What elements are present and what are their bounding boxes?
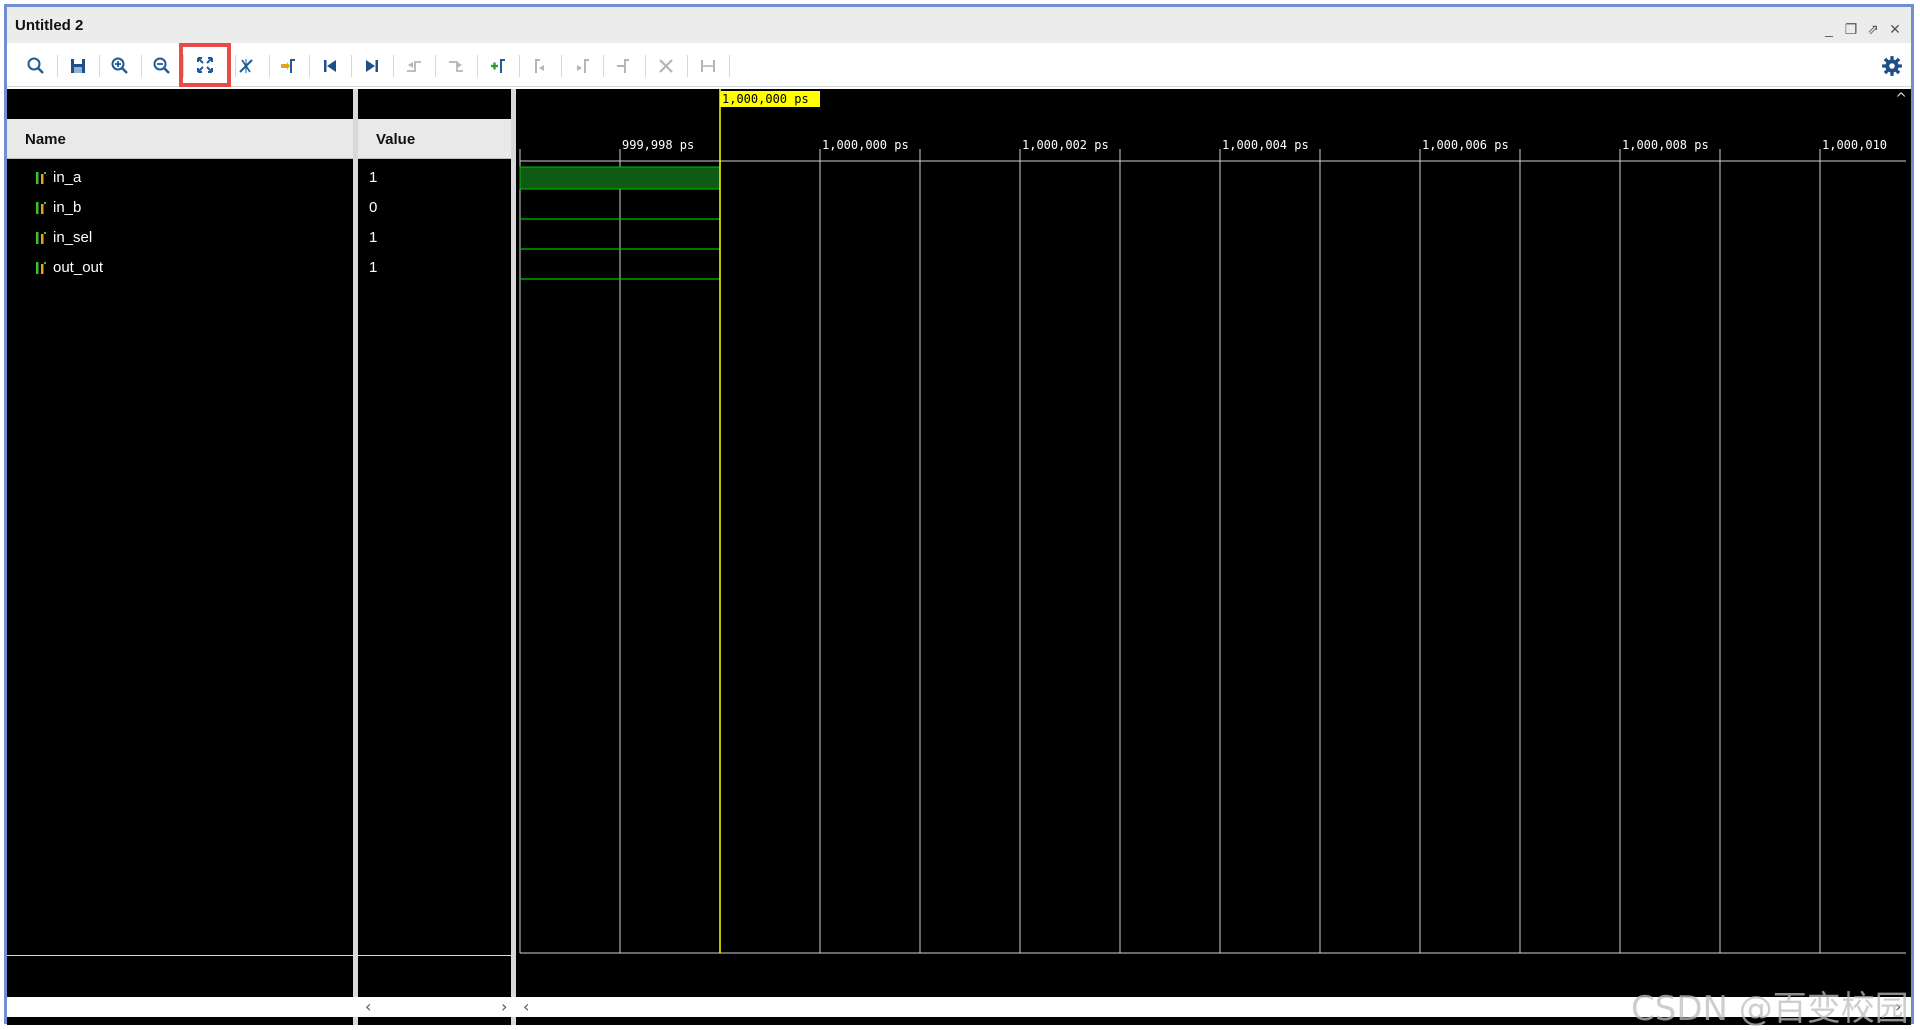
previous-transition-button[interactable] [397, 49, 431, 83]
time-tick-label: 1,000,004 ps [1222, 138, 1309, 152]
cursor-snap-icon [239, 59, 253, 73]
signal-row[interactable]: in_b [7, 193, 353, 223]
signal-name: out_out [53, 259, 104, 276]
scroll-right-icon[interactable]: › [501, 997, 507, 1016]
search-button[interactable] [19, 49, 53, 83]
next-marker-icon [577, 59, 589, 73]
add-marker-button[interactable] [481, 49, 515, 83]
close-icon[interactable]: ✕ [1887, 21, 1903, 37]
time-tick-label: 1,000,006 ps [1422, 138, 1509, 152]
add-marker-icon [491, 59, 505, 73]
signal-name: in_b [53, 199, 82, 216]
delete-marker-button[interactable] [649, 49, 683, 83]
search-icon [27, 57, 44, 74]
name-panel: Name in_a in_b in_sel out_out [7, 89, 353, 1025]
time-tick-label: 999,998 ps [622, 138, 694, 152]
scroll-left-icon[interactable]: ‹ [365, 997, 371, 1016]
signal-bit-icon [36, 172, 46, 184]
signal-value-row[interactable]: 0 [358, 193, 516, 223]
horizontal-scrollbar[interactable]: ‹ › ‹ › [7, 997, 1911, 1017]
signal-value: 1 [369, 169, 378, 186]
zoom-out-button[interactable] [145, 49, 179, 83]
waveform-viewer: Name in_a in_b in_sel out_out Value 1 0 1 1 99… [7, 89, 1911, 1025]
previous-marker-icon [535, 59, 544, 73]
save-button[interactable] [61, 49, 95, 83]
zoom-fit-button[interactable] [179, 43, 231, 87]
zoom-in-icon [111, 57, 128, 74]
signal-value: 1 [369, 259, 378, 276]
next-transition-button[interactable] [439, 49, 473, 83]
go-to-start-icon [324, 60, 336, 72]
toolbar [7, 43, 1911, 87]
window-title: Untitled 2 [15, 17, 84, 34]
signal-value-row[interactable]: 1 [358, 253, 516, 283]
name-column-header[interactable]: Name [7, 119, 353, 159]
watermark: CSDN @百变校园 [1631, 989, 1909, 1029]
signal-value-row[interactable]: 1 [358, 223, 516, 253]
next-marker-button[interactable] [565, 49, 599, 83]
cursor-snap-button[interactable] [229, 49, 263, 83]
waveform-area[interactable]: 999,998 ps 1,000,000 ps 1,000,002 ps 1,000,… [516, 89, 1911, 1025]
wave-scroll-left-icon[interactable]: ‹ [523, 997, 529, 1016]
minimize-icon[interactable]: _ [1821, 21, 1837, 37]
signal-bit-icon [36, 262, 46, 274]
signal-row[interactable]: out_out [7, 253, 353, 283]
go-to-end-icon [366, 60, 378, 72]
zoom-in-button[interactable] [103, 49, 137, 83]
previous-transition-icon [407, 61, 421, 72]
signal-name: in_sel [53, 229, 93, 246]
time-tick-label: 1,000,008 ps [1622, 138, 1709, 152]
maximize-icon[interactable]: ⇗ [1865, 21, 1881, 37]
signal-value-row[interactable]: 1 [358, 163, 516, 193]
next-transition-icon [449, 61, 463, 72]
save-icon [71, 59, 85, 73]
signal-value: 0 [369, 199, 378, 216]
value-panel: Value 1 0 1 1 [358, 89, 516, 1025]
go-to-cursor-button[interactable] [271, 49, 305, 83]
go-to-cursor-icon [281, 59, 295, 73]
signal-value: 1 [369, 229, 378, 246]
restore-icon[interactable]: ❐ [1843, 21, 1859, 37]
value-column-header[interactable]: Value [358, 119, 516, 159]
cursor-label: 1,000,000 ps [722, 92, 809, 106]
signal-bit-icon [36, 232, 46, 244]
measure-button[interactable] [691, 49, 725, 83]
scroll-up-icon[interactable]: ^ [1895, 91, 1907, 107]
swap-cursors-button[interactable] [607, 49, 641, 83]
time-tick-label: 1,000,010 [1822, 138, 1887, 152]
signal-name: in_a [53, 169, 82, 186]
go-to-start-button[interactable] [313, 49, 347, 83]
swap-cursors-icon [617, 59, 629, 73]
signal-row[interactable]: in_a [7, 163, 353, 193]
delete-marker-icon [659, 59, 673, 73]
zoom-fit-icon [197, 57, 213, 73]
zoom-out-icon [153, 57, 170, 74]
signal-waveform [519, 166, 721, 190]
time-tick-label: 1,000,002 ps [1022, 138, 1109, 152]
title-bar: Untitled 2 _ ❐ ⇗ ✕ [7, 7, 1911, 43]
signal-row[interactable]: in_sel [7, 223, 353, 253]
waveform-window: Untitled 2 _ ❐ ⇗ ✕ Name in_a in_b in_sel… [4, 4, 1914, 1029]
go-to-end-button[interactable] [355, 49, 389, 83]
waveform-canvas[interactable]: 999,998 ps 1,000,000 ps 1,000,002 ps 1,000,… [516, 89, 1911, 1025]
signal-bit-icon [36, 202, 46, 214]
gear-icon[interactable] [1881, 55, 1903, 77]
measure-icon [701, 60, 715, 72]
time-tick-label: 1,000,000 ps [822, 138, 909, 152]
previous-marker-button[interactable] [523, 49, 557, 83]
